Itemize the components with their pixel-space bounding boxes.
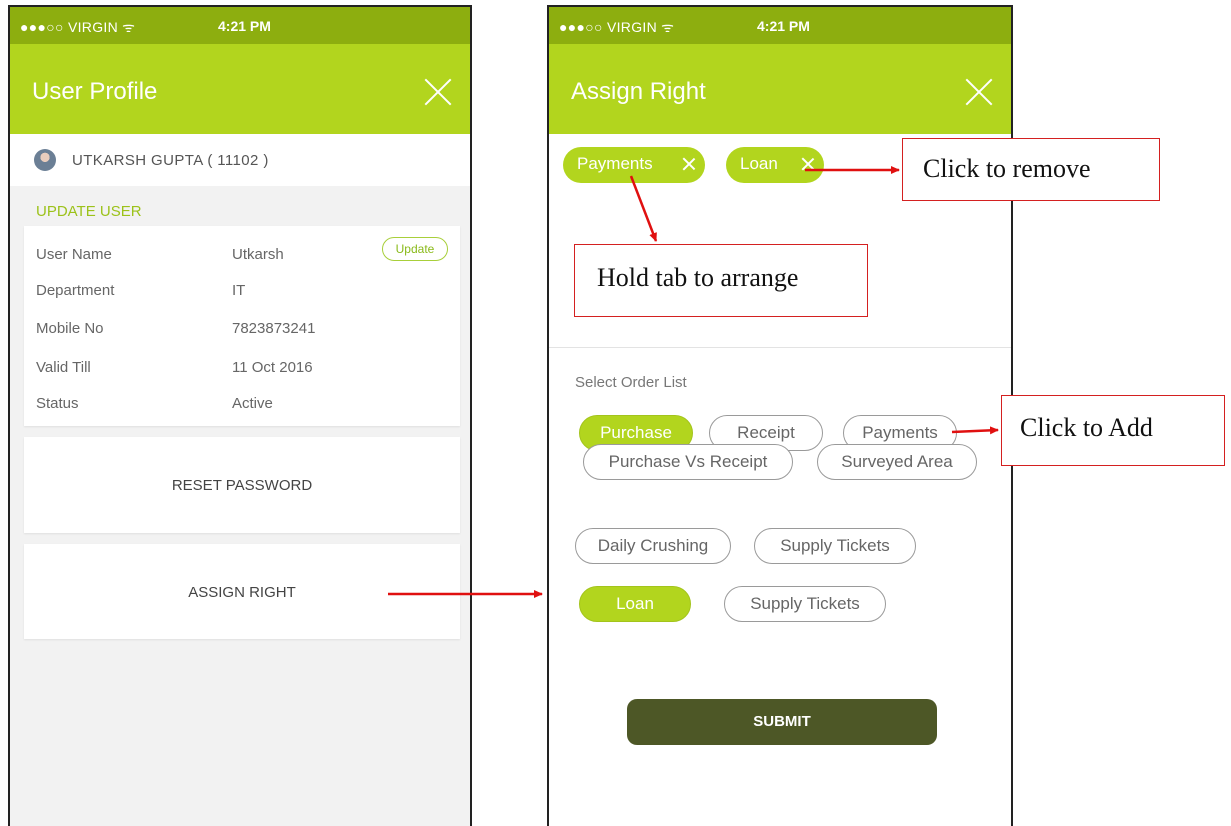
callout-arrange: Hold tab to arrange	[574, 244, 868, 317]
user-info-card: User Name Utkarsh Update Department IT M…	[24, 226, 460, 426]
field-label: Department	[36, 282, 115, 299]
chip-label: Payments	[577, 154, 653, 173]
field-value: 7823873241	[232, 320, 316, 337]
update-user-heading: UPDATE USER	[36, 203, 142, 220]
remove-icon[interactable]	[683, 158, 695, 170]
close-icon[interactable]	[424, 78, 452, 106]
avatar	[34, 149, 56, 171]
field-label: Mobile No	[36, 320, 104, 337]
page-title: Assign Right	[571, 78, 706, 105]
carrier-label: ●●●○○ VIRGIN ᯤ	[559, 19, 675, 35]
status-bar: ●●●○○ VIRGIN ᯤ 4:21 PM	[10, 7, 470, 44]
user-profile-screen: ●●●○○ VIRGIN ᯤ 4:21 PM User Profile UTKA…	[8, 5, 472, 826]
field-value: Utkarsh	[232, 246, 284, 263]
status-time: 4:21 PM	[757, 18, 810, 34]
option-chip-daily-crushing[interactable]: Daily Crushing	[575, 528, 731, 564]
field-label: User Name	[36, 246, 112, 263]
assign-right-button[interactable]: ASSIGN RIGHT	[24, 544, 460, 639]
field-value: 11 Oct 2016	[232, 359, 313, 376]
option-chip-purchase-vs-receipt[interactable]: Purchase Vs Receipt	[583, 444, 793, 480]
field-row-user-name: User Name Utkarsh	[36, 246, 284, 263]
field-value: IT	[232, 282, 246, 299]
update-button[interactable]: Update	[382, 237, 448, 261]
field-row-mobile: Mobile No 7823873241	[36, 320, 315, 337]
user-bar: UTKARSH GUPTA ( 11102 )	[10, 134, 470, 186]
field-row-status: Status Active	[36, 395, 273, 412]
select-order-list-label: Select Order List	[575, 374, 687, 391]
submit-button[interactable]: SUBMIT	[627, 699, 937, 745]
carrier-label: ●●●○○ VIRGIN ᯤ	[20, 19, 136, 35]
selected-chip-loan[interactable]: Loan	[726, 147, 824, 183]
status-bar: ●●●○○ VIRGIN ᯤ 4:21 PM	[549, 7, 1011, 44]
divider	[549, 347, 1011, 348]
reset-password-label: RESET PASSWORD	[171, 477, 313, 494]
field-label: Valid Till	[36, 359, 91, 376]
header: Assign Right	[549, 44, 1011, 134]
page-title: User Profile	[32, 78, 158, 105]
field-row-valid-till: Valid Till 11 Oct 2016	[36, 359, 313, 376]
field-value: Active	[232, 395, 273, 412]
callout-remove: Click to remove	[902, 138, 1160, 201]
reset-password-button[interactable]: RESET PASSWORD	[24, 437, 460, 533]
callout-add: Click to Add	[1001, 395, 1225, 466]
chip-label: Loan	[740, 154, 778, 173]
header: User Profile	[10, 44, 470, 134]
field-row-department: Department IT	[36, 282, 245, 299]
assign-right-label: ASSIGN RIGHT	[188, 584, 296, 601]
option-chip-loan[interactable]: Loan	[579, 586, 691, 622]
assign-right-screen: ●●●○○ VIRGIN ᯤ 4:21 PM Assign Right Paym…	[547, 5, 1013, 826]
selected-chip-payments[interactable]: Payments	[563, 147, 705, 183]
close-icon[interactable]	[965, 78, 993, 106]
status-time: 4:21 PM	[218, 18, 271, 34]
option-chip-supply-tickets[interactable]: Supply Tickets	[754, 528, 916, 564]
remove-icon[interactable]	[802, 158, 814, 170]
option-chip-surveyed-area[interactable]: Surveyed Area	[817, 444, 977, 480]
field-label: Status	[36, 395, 79, 412]
option-chip-supply-tickets-2[interactable]: Supply Tickets	[724, 586, 886, 622]
user-name-label: UTKARSH GUPTA ( 11102 )	[72, 152, 269, 169]
